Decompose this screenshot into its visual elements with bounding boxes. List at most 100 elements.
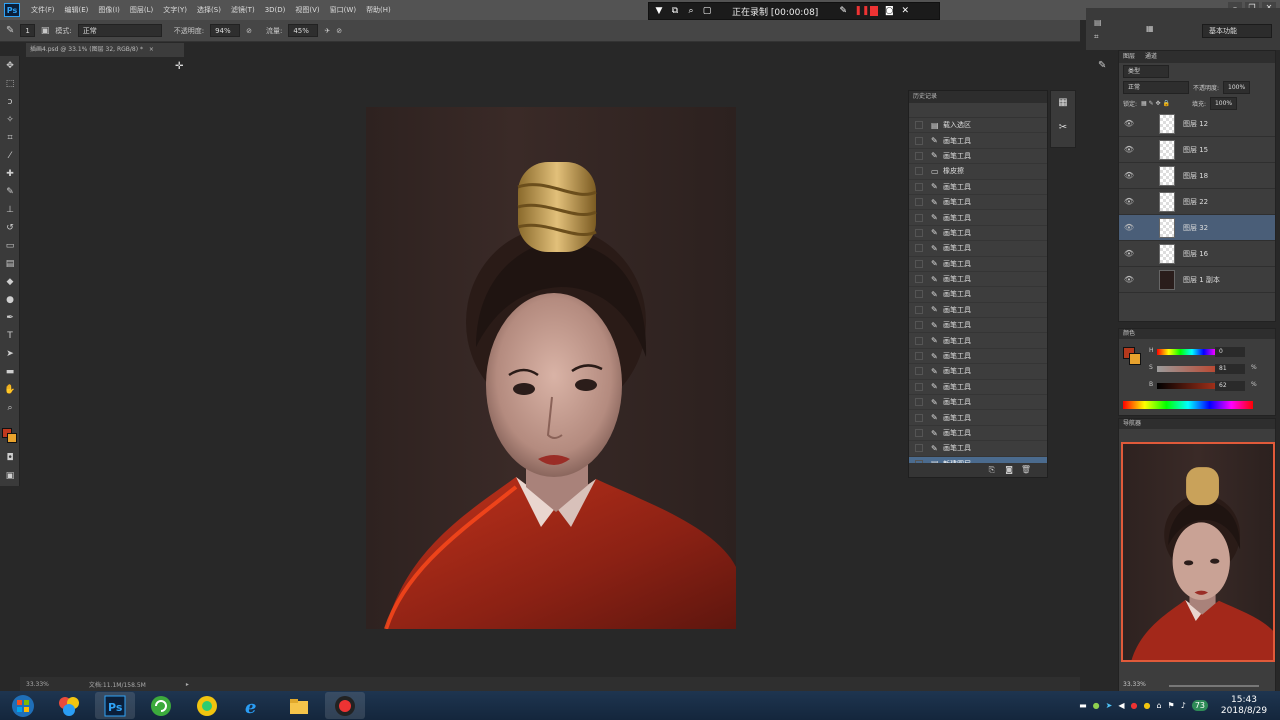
eye-icon[interactable]: 👁 [1119,145,1139,154]
eye-icon[interactable]: 👁 [1119,223,1139,232]
tray-red-icon[interactable]: ● [1130,701,1137,710]
history-source-checkbox[interactable] [915,121,923,130]
navigator-preview[interactable] [1121,442,1275,662]
hand-tool-icon[interactable]: ✋ [2,383,18,398]
layer-row[interactable]: 👁 图层 16 [1119,241,1275,267]
menu-item-file[interactable]: 文件(F) [26,5,60,15]
s-value[interactable]: 81 [1215,364,1245,374]
start-button[interactable] [3,692,43,719]
zoom-level[interactable]: 33.33% [26,681,49,688]
tray-flag-icon[interactable]: ⚑ [1168,701,1175,710]
taskbar-recorder[interactable] [325,692,365,719]
menu-item-help[interactable]: 帮助(H) [361,5,396,15]
eye-icon[interactable]: 👁 [1119,119,1139,128]
taskbar-ie[interactable]: e [233,692,273,719]
trash-icon[interactable]: 🗑 [1021,465,1031,474]
layer-row[interactable]: 👁 图层 32 [1119,215,1275,241]
tray-green-icon[interactable]: ● [1093,701,1100,710]
region-icon[interactable]: ▢ [702,6,712,16]
history-source-checkbox[interactable] [915,398,923,407]
healing-tool-icon[interactable]: ✚ [2,167,18,182]
menu-item-image[interactable]: 图像(I) [93,5,125,15]
taskbar-refresh-app[interactable] [141,692,181,719]
zoom-tool-icon[interactable]: ⌕ [2,401,18,416]
history-panel-icon[interactable]: ▦ [1051,97,1075,108]
history-item[interactable]: ✎ 画笔工具 [909,395,1047,411]
eye-icon[interactable]: 👁 [1119,197,1139,206]
layer-filter-select[interactable]: 类型 [1123,64,1169,78]
flow-field[interactable]: 45% [288,24,319,37]
crop-tool-icon[interactable]: ⌗ [2,131,18,146]
color-spectrum[interactable] [1123,401,1253,409]
brush-size-field[interactable]: 1 [20,24,35,37]
history-item[interactable]: ✎ 画笔工具 [909,133,1047,149]
history-source-checkbox[interactable] [915,228,923,237]
dropdown-icon[interactable]: ▼ [654,6,664,16]
history-source-checkbox[interactable] [915,167,923,176]
layer-opacity-field[interactable]: 100% [1223,80,1251,94]
airbrush-icon[interactable]: ✈ [324,27,330,35]
menu-item-view[interactable]: 视图(V) [290,5,324,15]
close-tab-icon[interactable]: × [149,46,154,53]
pause-icon[interactable]: ❚❚ [854,6,869,16]
history-source-checkbox[interactable] [915,413,923,422]
history-source-checkbox[interactable] [915,213,923,222]
history-source-checkbox[interactable] [915,244,923,253]
gradient-tool-icon[interactable]: ▤ [2,257,18,272]
layer-row[interactable]: 👁 图层 18 [1119,163,1275,189]
blur-tool-icon[interactable]: ◆ [2,275,18,290]
pen-tool-icon[interactable]: ✒ [2,311,18,326]
pressure-opacity-icon[interactable]: ⊘ [246,27,252,35]
path-select-icon[interactable]: ➤ [2,347,18,362]
history-item[interactable]: ✎ 画笔工具 [909,272,1047,288]
history-item[interactable]: ✎ 画笔工具 [909,380,1047,396]
mode-select[interactable]: 正常 [77,24,162,37]
b-value[interactable]: 62 [1215,381,1245,391]
workspace-switcher[interactable]: 基本功能 [1202,24,1272,38]
eyedropper-tool-icon[interactable]: ⁄ [2,149,18,164]
history-source-checkbox[interactable] [915,367,923,376]
history-item[interactable]: ✎ 画笔工具 [909,226,1047,242]
history-item[interactable]: ✎ 画笔工具 [909,318,1047,334]
tray-arrow-icon[interactable]: ➤ [1106,701,1113,710]
navigator-header[interactable]: 导航器 [1119,419,1275,429]
quick-mask-icon[interactable]: ◘ [2,451,18,466]
taskbar-app-colors[interactable] [49,692,89,719]
history-source-checkbox[interactable] [915,275,923,284]
layer-row[interactable]: 👁 图层 15 [1119,137,1275,163]
type-tool-icon[interactable]: T [2,329,18,344]
tray-yellow-icon[interactable]: ● [1143,701,1150,710]
eye-icon[interactable]: 👁 [1119,249,1139,258]
history-source-checkbox[interactable] [915,182,923,191]
magnifier-icon[interactable]: ⌕ [686,6,696,16]
opacity-field[interactable]: 94% [210,24,241,37]
history-item[interactable]: ✎ 画笔工具 [909,441,1047,457]
panel-icon-a[interactable]: ▤ [1094,18,1102,27]
history-item[interactable]: ▤ 载入选区 [909,118,1047,134]
tray-speaker-icon[interactable]: ♪ [1181,701,1186,710]
brush-panel-icon[interactable]: ▣ [41,26,50,36]
history-item[interactable]: ✎ 画笔工具 [909,410,1047,426]
taskbar-browser-360[interactable] [187,692,227,719]
close-recorder-icon[interactable]: ✕ [900,6,910,16]
history-source-checkbox[interactable] [915,336,923,345]
history-item[interactable]: ✎ 画笔工具 [909,241,1047,257]
tool-presets-icon[interactable]: ✂ [1051,122,1075,133]
camera-icon[interactable]: ◙ [884,6,894,16]
tab-channels[interactable]: 通道 [1145,51,1157,63]
history-snapshot[interactable] [909,103,1047,118]
taskbar-photoshop[interactable]: Ps [95,692,135,719]
move-tool-icon[interactable]: ✥ [2,59,18,74]
system-clock[interactable]: 15:43 2018/8/29 [1214,695,1274,717]
lasso-tool-icon[interactable]: ↄ [2,95,18,110]
color-bg-swatch[interactable] [1129,353,1141,365]
color-panel-header[interactable]: 颜色 [1119,329,1275,339]
navigator-zoom[interactable]: 33.33% [1123,681,1146,688]
history-source-checkbox[interactable] [915,444,923,453]
history-brush-icon[interactable]: ↺ [2,221,18,236]
stop-icon[interactable] [870,6,879,16]
history-item[interactable]: ✎ 画笔工具 [909,210,1047,226]
lock-icons[interactable]: ▦ ✎ ✥ 🔒 [1141,100,1170,107]
menu-item-3d[interactable]: 3D(D) [260,6,291,14]
taskbar-explorer[interactable] [279,692,319,719]
